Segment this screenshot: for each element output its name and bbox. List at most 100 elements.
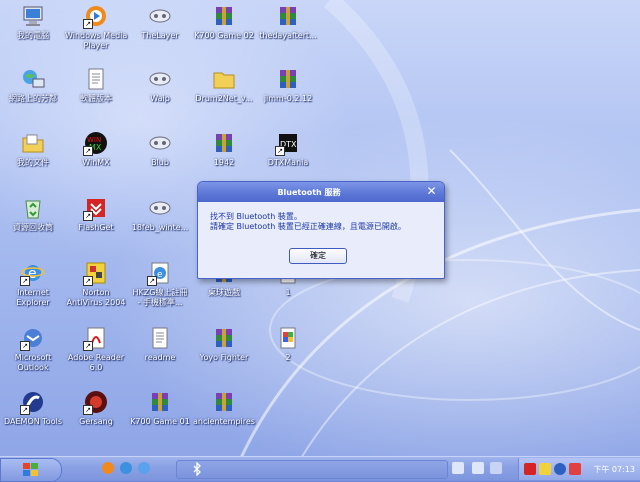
icon-label: Blub [151, 158, 169, 167]
dialog-title: Bluetooth 服務 [277, 188, 341, 197]
icon-label: DAEMON Tools [4, 417, 62, 426]
adobe-reader-icon: ↗ [83, 326, 108, 351]
icon-label: jimm-0.2.12 [263, 94, 313, 103]
internet-explorer-icon: e ↗ [20, 261, 45, 286]
desktop-icon-k700-game-02[interactable]: K700 Game 02 [193, 4, 255, 41]
desktop-icon-my-computer[interactable]: 我的電腦 [2, 4, 64, 41]
desktop-icon-my-documents[interactable]: 我的文件 [2, 131, 64, 168]
winrar-archive-icon [212, 390, 236, 414]
start-button[interactable] [0, 458, 62, 482]
film-reel-icon [148, 67, 172, 91]
scroll-buttons-icon[interactable] [452, 462, 464, 474]
icon-label-line2: Outlook [17, 363, 49, 372]
icon-label: K700 Game 02 [194, 31, 254, 40]
icon-label: Drum2Net_v... [195, 94, 253, 103]
icon-label: Windows Media [65, 31, 128, 40]
media-control-icon[interactable] [472, 462, 484, 474]
desktop-icon-winmx[interactable]: WIN MX ↗ WinMX [65, 131, 127, 168]
icon-label: DTXMania [267, 158, 309, 167]
gersang-icon: ↗ [83, 390, 108, 415]
my-documents-folder-icon [21, 131, 45, 155]
svg-text:e: e [157, 270, 163, 280]
icon-label: Waip [150, 94, 170, 103]
winrar-archive-icon [212, 4, 236, 28]
desktop-icon-network[interactable]: 網路上的芳鄰 [2, 67, 64, 104]
desktop-icon-thelayer[interactable]: TheLayer [129, 4, 191, 41]
winrar-archive-icon [212, 131, 236, 155]
desktop-icon-ancientempires[interactable]: ancientempires [193, 390, 255, 427]
icon-label: ancientempires [193, 417, 255, 426]
desktop-icon-flashget[interactable]: ↗ FlashGet [65, 196, 127, 233]
speaker-icon[interactable] [490, 462, 502, 474]
desktop-icon-1942[interactable]: 1942 [193, 131, 255, 168]
bluetooth-tray-icon[interactable] [554, 463, 566, 475]
desktop-icon-yoyo-fighter[interactable]: Yoyo Fighter [193, 326, 255, 363]
ok-button[interactable]: 確定 [289, 248, 347, 264]
icon-label: 軟體版本 [80, 94, 112, 103]
browser-quicklaunch-icon[interactable] [120, 462, 132, 474]
desktop-icon-hkzg-register[interactable]: e ↗ HKZG線上註冊 - 手機標準... [129, 261, 191, 308]
icon-label-line2: AntiVirus 2004 [66, 298, 126, 307]
dialog-message-line2: 請確定 Bluetooth 裝置已經正確連線，且電源已開啟。 [210, 222, 406, 231]
winrar-archive-icon [276, 4, 300, 28]
desktop-icon-outlook[interactable]: ↗ Microsoft Outlook [2, 326, 64, 373]
windows-logo-icon [23, 463, 38, 476]
security-tray-icon[interactable] [539, 463, 551, 475]
dialog-titlebar[interactable]: Bluetooth 服務 ✕ [198, 182, 444, 202]
web-shortcut-icon: e ↗ [147, 261, 172, 286]
clock: 下午 07:13 [593, 465, 635, 474]
media-player-quicklaunch-icon[interactable] [102, 462, 114, 474]
outlook-icon: ↗ [20, 326, 45, 351]
dtxmania-icon: DTX ↗ [275, 131, 300, 156]
desktop-icon-dtxmania[interactable]: DTX ↗ DTXMania [257, 131, 319, 168]
desktop-icon-jimm[interactable]: jimm-0.2.12 [257, 67, 319, 104]
media-player-icon: ↗ [83, 4, 108, 29]
desktop-icon-gersang[interactable]: ↗ Gersang [65, 390, 127, 427]
desktop-icon-18feb-winter[interactable]: 18feb_winte... [129, 196, 191, 233]
winmx-icon: WIN MX ↗ [83, 131, 108, 156]
desktop-icon-image-2[interactable]: 2 [257, 326, 319, 363]
network-icon [21, 67, 45, 91]
antivirus-tray-icon[interactable] [524, 463, 536, 475]
icon-label: Adobe Reader [67, 353, 125, 362]
desktop-icon-readme[interactable]: readme [129, 326, 191, 363]
desktop-icon-thedayafter[interactable]: thedayaftert... [257, 4, 319, 41]
icon-label: TheLayer [141, 31, 179, 40]
bluetooth-error-dialog: Bluetooth 服務 ✕ 找不到 Bluetooth 裝置。 請確定 Blu… [197, 181, 445, 279]
internet-explorer-quicklaunch-icon[interactable] [138, 462, 150, 474]
text-document-icon [148, 326, 172, 350]
desktop-icon-norton-antivirus[interactable]: ↗ Norton AntiVirus 2004 [65, 261, 127, 308]
bluetooth-icon[interactable] [191, 462, 203, 476]
icon-label-line2: 6.0 [89, 363, 103, 372]
close-icon[interactable]: ✕ [425, 185, 438, 198]
icon-label: HKZG線上註冊 [132, 288, 188, 297]
icon-label-line2: Player [83, 41, 109, 50]
desktop-icon-recycle-bin[interactable]: 資源回收筒 [2, 196, 64, 233]
desktop-icon-blub[interactable]: Blub [129, 131, 191, 168]
desktop-icon-internet-explorer[interactable]: e ↗ Internet Explorer [2, 261, 64, 308]
dialog-message: 找不到 Bluetooth 裝置。 請確定 Bluetooth 裝置已經正確連線… [198, 202, 444, 242]
desktop-icon-waip[interactable]: Waip [129, 67, 191, 104]
desktop-icon-drum2net[interactable]: Drum2Net_v... [193, 67, 255, 104]
desktop-icon-software-version[interactable]: 軟體版本 [65, 67, 127, 104]
flashget-icon: ↗ [83, 196, 108, 221]
desktop-icon-windows-media-player[interactable]: ↗ Windows Media Player [65, 4, 127, 51]
icon-label: readme [144, 353, 176, 362]
desktop-icon-daemon-tools[interactable]: ↗ DAEMON Tools [2, 390, 64, 427]
film-reel-icon [148, 131, 172, 155]
icon-label: WinMX [82, 158, 110, 167]
recycle-bin-icon [21, 196, 45, 220]
icon-label: Microsoft [14, 353, 52, 362]
icon-label: 網路上的芳鄰 [9, 94, 57, 103]
icon-label: 我的電腦 [17, 31, 49, 40]
taskbar: 下午 07:13 [0, 456, 640, 482]
icon-label: 1942 [213, 158, 235, 167]
winrar-archive-icon [148, 390, 172, 414]
icon-label: 我的文件 [17, 158, 49, 167]
winrar-archive-icon [276, 67, 300, 91]
desktop-icon-k700-game-01[interactable]: K700 Game 01 [129, 390, 191, 427]
desktop: 我的電腦 網路上的芳鄰 我的文件 資源回收筒 e ↗ Internet Expl… [0, 0, 640, 456]
network-tray-icon[interactable] [569, 463, 581, 475]
desktop-icon-adobe-reader[interactable]: ↗ Adobe Reader 6.0 [65, 326, 127, 373]
icon-label: Norton [82, 288, 110, 297]
